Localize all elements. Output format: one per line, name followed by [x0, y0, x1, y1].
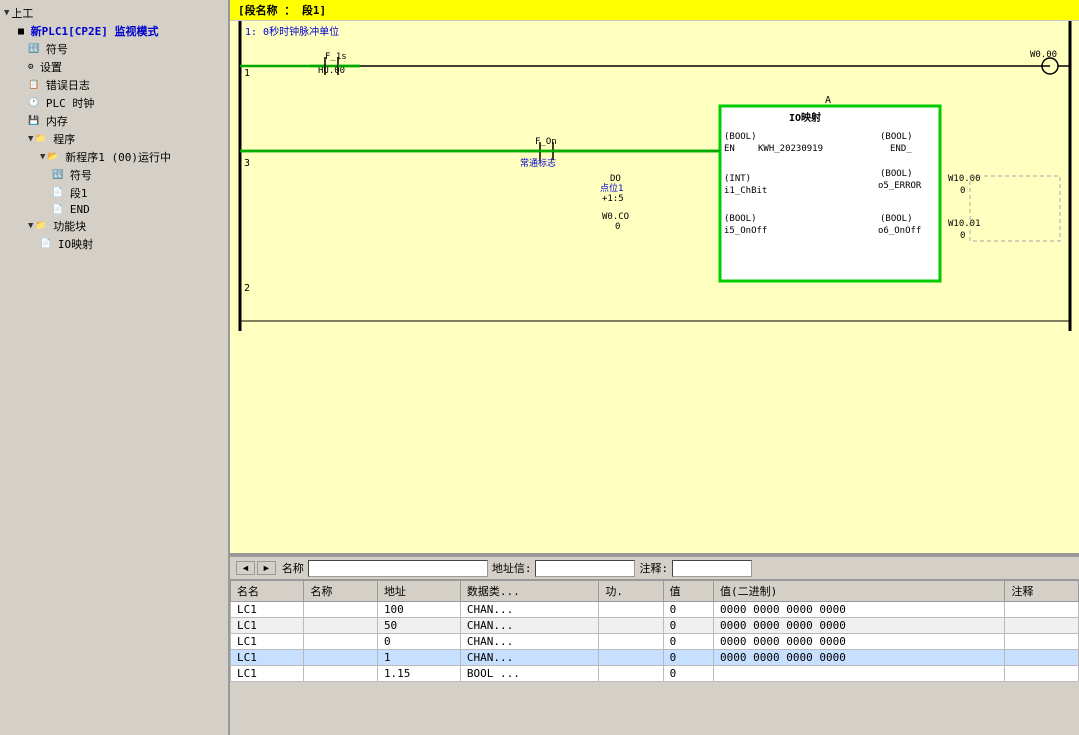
addr-input[interactable]	[535, 560, 635, 577]
sidebar-item-program[interactable]: ▼ 📁 程序	[0, 130, 228, 148]
sidebar-item-prog1[interactable]: ▼ 📂 新程序1 (00)运行中	[0, 148, 228, 166]
table-header: 名名 名称 地址 数据类... 功. 值 值(二进制) 注释	[231, 581, 1079, 602]
name-label: 名称	[282, 560, 304, 576]
svg-text:W0.CO: W0.CO	[602, 212, 629, 222]
svg-text:IO映射: IO映射	[789, 111, 821, 124]
col-binary: 值(二进制)	[714, 581, 1005, 602]
svg-text:HU.00: HU.00	[318, 66, 345, 76]
svg-text:点位1: 点位1	[600, 182, 623, 194]
table-scroll: 名名 名称 地址 数据类... 功. 值 值(二进制) 注释	[230, 580, 1079, 735]
svg-text:W10.00: W10.00	[948, 174, 981, 184]
bottom-nav: ◄ ►	[234, 559, 278, 577]
svg-text:A: A	[825, 95, 831, 106]
sidebar: ▼ 上工 ■ 新PLC1[CP2E] 监视模式 🔣 符号 ⚙ 设置 📋 错误日志…	[0, 0, 230, 735]
col-comment: 注释	[1005, 581, 1079, 602]
svg-text:1: 1	[244, 68, 250, 79]
sidebar-item-symbol2[interactable]: 🔣 符号	[0, 166, 228, 184]
nav-left-btn[interactable]: ◄	[236, 561, 255, 575]
variable-table: 名名 名称 地址 数据类... 功. 值 值(二进制) 注释	[230, 580, 1079, 682]
sidebar-item-symbol[interactable]: 🔣 符号	[0, 40, 228, 58]
comment-input[interactable]	[672, 560, 752, 577]
svg-text:0: 0	[960, 231, 965, 241]
right-content: [段名称 ： 段1] 1: 0秒时钟脉冲单位 1 3 2	[230, 0, 1079, 735]
svg-text:(BOOL): (BOOL)	[724, 132, 757, 142]
svg-text:o5_ERROR: o5_ERROR	[878, 181, 922, 191]
ladder-area: [段名称 ： 段1] 1: 0秒时钟脉冲单位 1 3 2	[230, 0, 1079, 555]
sidebar-item-settings[interactable]: ⚙ 设置	[0, 58, 228, 76]
svg-text:i5_OnOff: i5_OnOff	[724, 226, 767, 236]
svg-text:(BOOL): (BOOL)	[880, 169, 913, 179]
svg-text:F_1s: F_1s	[325, 52, 347, 62]
sidebar-item-errlog[interactable]: 📋 错误日志	[0, 76, 228, 94]
table-row[interactable]: LC1100CHAN...00000 0000 0000 0000	[231, 602, 1079, 618]
svg-text:(BOOL): (BOOL)	[880, 214, 913, 224]
bottom-toolbar: ◄ ► 名称 地址信: 注释:	[230, 557, 1079, 580]
sidebar-item-memory[interactable]: 💾 内存	[0, 112, 228, 130]
ladder-title: [段名称 ： 段1]	[230, 0, 1079, 21]
svg-text:0: 0	[960, 186, 965, 196]
sidebar-item-section1[interactable]: 📄 段1	[0, 184, 228, 202]
col-func: 功.	[599, 581, 663, 602]
svg-text:END_: END_	[890, 144, 912, 154]
svg-text:i1_ChBit: i1_ChBit	[724, 186, 767, 196]
table-body: LC1100CHAN...00000 0000 0000 0000LC150CH…	[231, 602, 1079, 682]
svg-text:DO: DO	[610, 174, 621, 184]
sidebar-item-root[interactable]: ▼ 上工	[0, 4, 228, 22]
table-row[interactable]: LC10CHAN...00000 0000 0000 0000	[231, 634, 1079, 650]
sidebar-item-funcblock[interactable]: ▼ 📁 功能块	[0, 217, 228, 235]
svg-text:o6_OnOff: o6_OnOff	[878, 226, 921, 236]
svg-text:(BOOL): (BOOL)	[880, 132, 913, 142]
svg-text:0: 0	[615, 222, 620, 232]
sidebar-item-plctimer[interactable]: 🕐 PLC 时钟	[0, 94, 228, 112]
svg-text:EN: EN	[724, 144, 735, 154]
bottom-panel: ◄ ► 名称 地址信: 注释: 名名	[230, 555, 1079, 735]
col-val: 值	[663, 581, 713, 602]
addr-label: 地址信:	[492, 560, 532, 576]
table-row[interactable]: LC11.15BOOL ...0	[231, 666, 1079, 682]
app-container: ▼ 上工 ■ 新PLC1[CP2E] 监视模式 🔣 符号 ⚙ 设置 📋 错误日志…	[0, 0, 1079, 735]
comment-label: 注释:	[639, 560, 668, 576]
svg-text:3: 3	[244, 158, 250, 169]
main-area: ▼ 上工 ■ 新PLC1[CP2E] 监视模式 🔣 符号 ⚙ 设置 📋 错误日志…	[0, 0, 1079, 735]
col-plc: 名名	[231, 581, 304, 602]
sidebar-item-plc1[interactable]: ■ 新PLC1[CP2E] 监视模式	[0, 22, 228, 40]
col-addr: 地址	[377, 581, 460, 602]
ladder-diagram: 1: 0秒时钟脉冲单位 1 3 2 F_1s HU.00	[230, 21, 1079, 331]
sidebar-item-end[interactable]: 📄 END	[0, 202, 228, 217]
svg-text:常通标志: 常通标志	[520, 157, 556, 169]
svg-text:(INT): (INT)	[724, 174, 751, 184]
col-name: 名称	[304, 581, 377, 602]
name-input[interactable]	[308, 560, 488, 577]
sidebar-item-iomapping[interactable]: 📄 IO映射	[0, 235, 228, 253]
svg-text:1: 0秒时钟脉冲单位: 1: 0秒时钟脉冲单位	[245, 25, 339, 38]
ladder-content: 1: 0秒时钟脉冲单位 1 3 2 F_1s HU.00	[230, 21, 1079, 552]
table-row[interactable]: LC150CHAN...00000 0000 0000 0000	[231, 618, 1079, 634]
svg-text:+1:5: +1:5	[602, 194, 624, 204]
svg-text:W10.01: W10.01	[948, 219, 981, 229]
nav-right-btn[interactable]: ►	[257, 561, 276, 575]
table-row[interactable]: LC11CHAN...00000 0000 0000 0000	[231, 650, 1079, 666]
svg-text:(BOOL): (BOOL)	[724, 214, 757, 224]
svg-text:KWH_20230919: KWH_20230919	[758, 144, 823, 154]
col-dtype: 数据类...	[460, 581, 599, 602]
svg-text:2: 2	[244, 283, 250, 294]
